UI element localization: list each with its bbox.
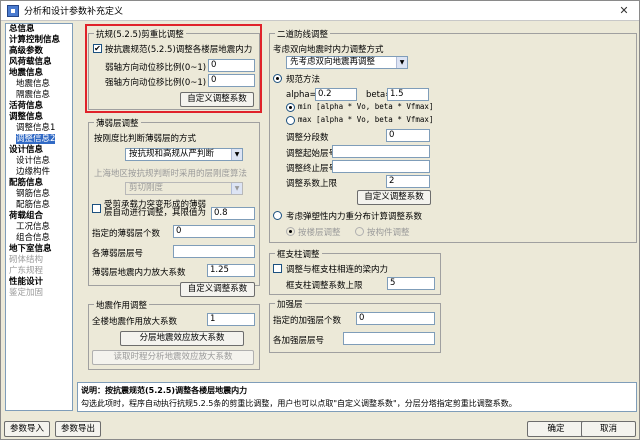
frame-beam-checkbox[interactable]: [273, 264, 282, 273]
segments-label: 调整分段数: [286, 133, 329, 143]
description-panel: 说明：按抗震规范(5.2.5)调整各楼层地震内力 勾选此项时，程序自动执行抗规5…: [77, 382, 637, 412]
weak-method-label: 按刚度比判断薄弱层的方式: [94, 134, 197, 144]
min-formula-label: min [alpha * Vo, beta * Vfmax]: [298, 102, 434, 111]
min-formula-radio[interactable]: [286, 103, 295, 112]
by-member-label: 按构件调整: [367, 228, 410, 238]
read-timehistory-button: 读取时程分析地震效应放大系数: [92, 350, 254, 365]
specified-count-label: 指定的薄弱层个数: [92, 229, 161, 239]
weak-floor-input[interactable]: [173, 245, 255, 258]
sidebar-nav: 总信息 计算控制信息 高级参数 风荷载信息 地震信息 地震信息 隔震信息 活荷信息 调整信息 调整…: [5, 23, 73, 411]
description-body: 勾选此项时，程序自动执行抗规5.2.5条的剪重比调整，用户也可以点取"自定义调整…: [81, 399, 517, 408]
sidebar-item[interactable]: 边缘构件: [6, 167, 72, 178]
sidebar-item[interactable]: 调整信息1: [6, 123, 72, 134]
frame-column-title: 框支柱调整: [275, 248, 322, 260]
description-heading: 说明：按抗震规范(5.2.5)调整各楼层地震内力: [81, 386, 248, 395]
segments-input[interactable]: 0: [386, 129, 430, 142]
standard-method-label: 规范方法: [286, 75, 321, 85]
transfer-label: 受剪承载力突变形成的薄弱 层自动进行调整，其限值为: [104, 200, 207, 218]
end-floor-input[interactable]: [332, 160, 430, 173]
sidebar-item[interactable]: 高级参数: [6, 46, 72, 57]
title-bar: 分析和设计参数补充定义 ✕: [1, 1, 639, 21]
cancel-button[interactable]: 取消: [581, 421, 636, 437]
frame-beam-label: 调整与框支柱相连的梁内力: [286, 265, 389, 275]
by-member-radio: [355, 227, 364, 236]
strengthen-floor-input[interactable]: [343, 332, 435, 345]
beta-input[interactable]: 1.5: [387, 88, 429, 101]
weak-layer-custom-button[interactable]: 自定义调整系数: [180, 282, 255, 297]
specified-count-input[interactable]: 0: [173, 225, 255, 238]
strengthen-floor-label: 各加强层层号: [273, 336, 325, 346]
sidebar-item[interactable]: 活荷信息: [6, 101, 72, 112]
second-defense-title: 二道防线调整: [275, 28, 331, 40]
transfer-checkbox[interactable]: [92, 204, 101, 213]
close-button[interactable]: ✕: [613, 3, 635, 18]
sidebar-item[interactable]: 性能设计: [6, 277, 72, 288]
amplify-input[interactable]: 1.25: [207, 264, 255, 277]
weak-method-select[interactable]: 按抗规和高规从严判断 ▼: [125, 148, 243, 161]
alpha-input[interactable]: 0.2: [315, 88, 357, 101]
sidebar-item[interactable]: 鉴定加固: [6, 288, 72, 299]
elastoplastic-radio[interactable]: [273, 211, 282, 220]
global-amplify-input[interactable]: 1: [207, 313, 255, 326]
dialog-window: 分析和设计参数补充定义 ✕ 总信息 计算控制信息 高级参数 风荷载信息 地震信息 地震信息…: [0, 0, 640, 440]
sidebar-item[interactable]: 计算控制信息: [6, 35, 72, 46]
strengthen-title: 加强层: [275, 298, 305, 310]
sidebar-item[interactable]: 设计信息: [6, 145, 72, 156]
global-amplify-label: 全楼地震作用放大系数: [92, 317, 178, 327]
chevron-down-icon: ▼: [231, 183, 242, 194]
second-defense-custom-button[interactable]: 自定义调整系数: [357, 190, 431, 205]
highlight-box: [85, 24, 262, 113]
by-floor-radio: [286, 227, 295, 236]
bidirectional-label: 考虑双向地震时内力调整方式: [273, 45, 384, 55]
seismic-action-title: 地震作用调整: [94, 299, 150, 311]
strengthen-count-input[interactable]: 0: [356, 312, 435, 325]
start-floor-input[interactable]: [332, 145, 430, 158]
start-floor-label: 调整起始层号: [286, 149, 338, 159]
import-params-button[interactable]: 参数导入: [4, 421, 50, 437]
weak-layer-title: 薄弱层调整: [94, 117, 141, 129]
sidebar-item[interactable]: 风荷载信息: [6, 57, 72, 68]
sidebar-item[interactable]: 调整信息2: [6, 134, 72, 145]
sidebar-item[interactable]: 调整信息: [6, 112, 72, 123]
sidebar-item[interactable]: 地下室信息: [6, 244, 72, 255]
export-params-button[interactable]: 参数导出: [55, 421, 101, 437]
ok-button[interactable]: 确定: [527, 421, 585, 437]
chevron-down-icon: ▼: [231, 149, 242, 160]
max-formula-radio[interactable]: [286, 116, 295, 125]
weak-floor-label: 各薄弱层层号: [92, 249, 144, 259]
upper-limit-label: 调整系数上限: [286, 179, 338, 189]
sidebar-item[interactable]: 广东规程: [6, 266, 72, 277]
sidebar-item[interactable]: 配筋信息: [6, 200, 72, 211]
sidebar-item[interactable]: 设计信息: [6, 156, 72, 167]
sidebar-item[interactable]: 隔震信息: [6, 90, 72, 101]
sidebar-item[interactable]: 钢筋信息: [6, 189, 72, 200]
amplify-label: 薄弱层地震内力放大系数: [92, 268, 186, 278]
upper-limit-input[interactable]: 2: [386, 175, 430, 188]
frame-upper-input[interactable]: 5: [387, 277, 435, 290]
max-formula-label: max [alpha * Vo, beta * Vfmax]: [298, 115, 434, 124]
strengthen-count-label: 指定的加强层个数: [273, 316, 342, 326]
shanghai-label: 上海地区按抗规判断时采用的层刚度算法: [94, 169, 248, 179]
floor-amplify-button[interactable]: 分层地震效应放大系数: [120, 331, 244, 346]
shanghai-select: 剪切刚度 ▼: [125, 182, 243, 195]
transfer-value-input[interactable]: 0.8: [211, 207, 255, 220]
bidirectional-select[interactable]: 先考虑双向地震再调整 ▼: [286, 56, 408, 69]
sidebar-item[interactable]: 配筋信息: [6, 178, 72, 189]
sidebar-item[interactable]: 总信息: [6, 24, 72, 35]
sidebar-item[interactable]: 荷载组合: [6, 211, 72, 222]
end-floor-label: 调整终止层号: [286, 164, 338, 174]
chevron-down-icon: ▼: [396, 57, 407, 68]
by-floor-label: 按楼层调整: [298, 228, 341, 238]
app-icon: [7, 4, 19, 17]
elastoplastic-label: 考虑弹塑性内力重分布计算调整系数: [286, 212, 423, 222]
sidebar-item[interactable]: 组合信息: [6, 233, 72, 244]
window-title: 分析和设计参数补充定义: [24, 7, 124, 17]
sidebar-item[interactable]: 地震信息: [6, 79, 72, 90]
frame-upper-label: 框支柱调整系数上限: [286, 281, 363, 291]
sidebar-item[interactable]: 工况信息: [6, 222, 72, 233]
sidebar-item[interactable]: 地震信息: [6, 68, 72, 79]
standard-method-radio[interactable]: [273, 74, 282, 83]
sidebar-item[interactable]: 砌体结构: [6, 255, 72, 266]
alpha-label: alpha=: [286, 90, 317, 100]
